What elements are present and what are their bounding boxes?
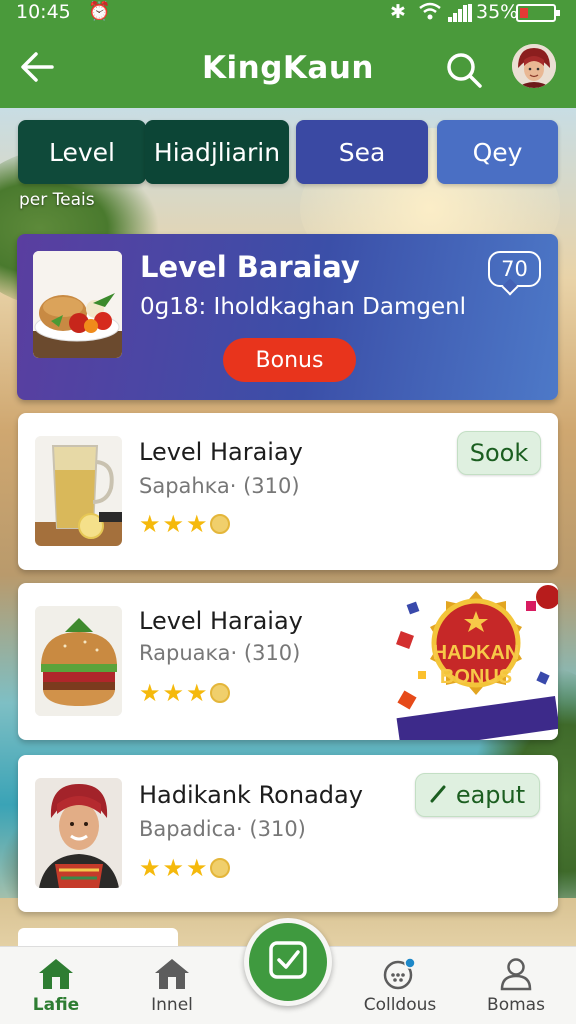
tab-level[interactable]: Level: [18, 120, 146, 184]
sook-button[interactable]: Sook: [457, 431, 541, 475]
badge-text-top: HADKAN: [433, 642, 520, 664]
half-star-icon: [209, 514, 230, 534]
app-title: KingKaun: [202, 50, 374, 86]
nav-home-label: Lafie: [32, 995, 80, 1015]
list-item[interactable]: Level Haraiay Rapuaĸa· (310) ★★★ HADKAN …: [18, 583, 558, 740]
item-title: Level Haraiay: [139, 438, 303, 466]
nav-colldous-label: Colldous: [363, 995, 437, 1015]
item-subtitle: Rapuaĸa· (310): [139, 641, 301, 665]
check-fab-button[interactable]: [244, 918, 332, 1006]
person-photo: [35, 778, 122, 888]
nav-home[interactable]: Lafie: [6, 957, 106, 1023]
alarm-icon: ⏰: [88, 1, 111, 22]
badge-text-bottom: BONUS: [440, 666, 512, 688]
search-icon[interactable]: [444, 50, 484, 90]
rating-stars: ★★★: [139, 854, 230, 882]
nav-colldous[interactable]: Colldous: [350, 957, 450, 1023]
eaput-label: eaput: [455, 781, 526, 809]
nav-innel[interactable]: Innel: [122, 957, 222, 1023]
nav-innel-label: Innel: [151, 995, 193, 1015]
item-title: Level Haraiay: [139, 607, 303, 635]
burger-image: [35, 606, 122, 716]
section-caption: per Teais: [19, 190, 95, 210]
home-icon: [36, 957, 76, 991]
item-subtitle: Bapadica· (310): [139, 817, 306, 841]
list-item-partial[interactable]: [18, 928, 178, 948]
tab-hiadjliarin[interactable]: Hiadjliarin: [145, 120, 289, 184]
featured-subtitle: 0ɡ18: Iholdkaghan Damgenl: [140, 294, 467, 320]
house-icon: [152, 957, 192, 991]
featured-title: Level Baraiay: [140, 250, 360, 284]
person-icon: [496, 957, 536, 991]
nav-bomas[interactable]: Bomas: [466, 957, 566, 1023]
bonus-button[interactable]: Bonus: [223, 338, 356, 382]
list-item[interactable]: Level Haraiay Sapahĸa· (310) ★★★ Sook: [18, 413, 558, 570]
category-tabs: Level Hiadjliarin Sea Qey: [18, 120, 558, 184]
nav-bomas-label: Bomas: [487, 995, 545, 1015]
eaput-button[interactable]: eaput: [415, 773, 540, 817]
item-title: Hadikank Ronaday: [139, 781, 363, 809]
edit-icon: [430, 781, 448, 809]
wifi-icon: [418, 1, 442, 26]
signal-icon: [448, 4, 472, 22]
bonus-badge[interactable]: HADKAN BONUS: [388, 583, 558, 740]
battery-icon: [516, 4, 560, 22]
app-bar: 10:45 ⏰ ✱ 35% KingKaun: [0, 0, 576, 108]
status-bar: 10:45 ⏰ ✱ 35%: [0, 0, 576, 26]
profile-avatar[interactable]: [512, 44, 556, 88]
rating-stars: ★★★: [139, 510, 230, 538]
message-count-badge[interactable]: 70: [488, 251, 541, 287]
tab-sea[interactable]: Sea: [296, 120, 428, 184]
half-star-icon: [209, 858, 230, 878]
battery-percent: 35%: [476, 1, 519, 23]
status-time: 10:45: [16, 1, 71, 23]
item-subtitle: Sapahĸa· (310): [139, 474, 300, 498]
food-plate-image: [33, 251, 122, 358]
tab-qey[interactable]: Qey: [437, 120, 558, 184]
list-item[interactable]: Hadikank Ronaday Bapadica· (310) ★★★ eap…: [18, 755, 558, 912]
chat-dots-icon: [380, 957, 420, 991]
rating-stars: ★★★: [139, 679, 230, 707]
bluetooth-icon: ✱: [390, 1, 406, 23]
checkbox-check-icon: [268, 940, 308, 984]
half-star-icon: [209, 683, 230, 703]
featured-card[interactable]: Level Baraiay 0ɡ18: Iholdkaghan Damgenl …: [17, 234, 558, 400]
drink-image: [35, 436, 122, 546]
